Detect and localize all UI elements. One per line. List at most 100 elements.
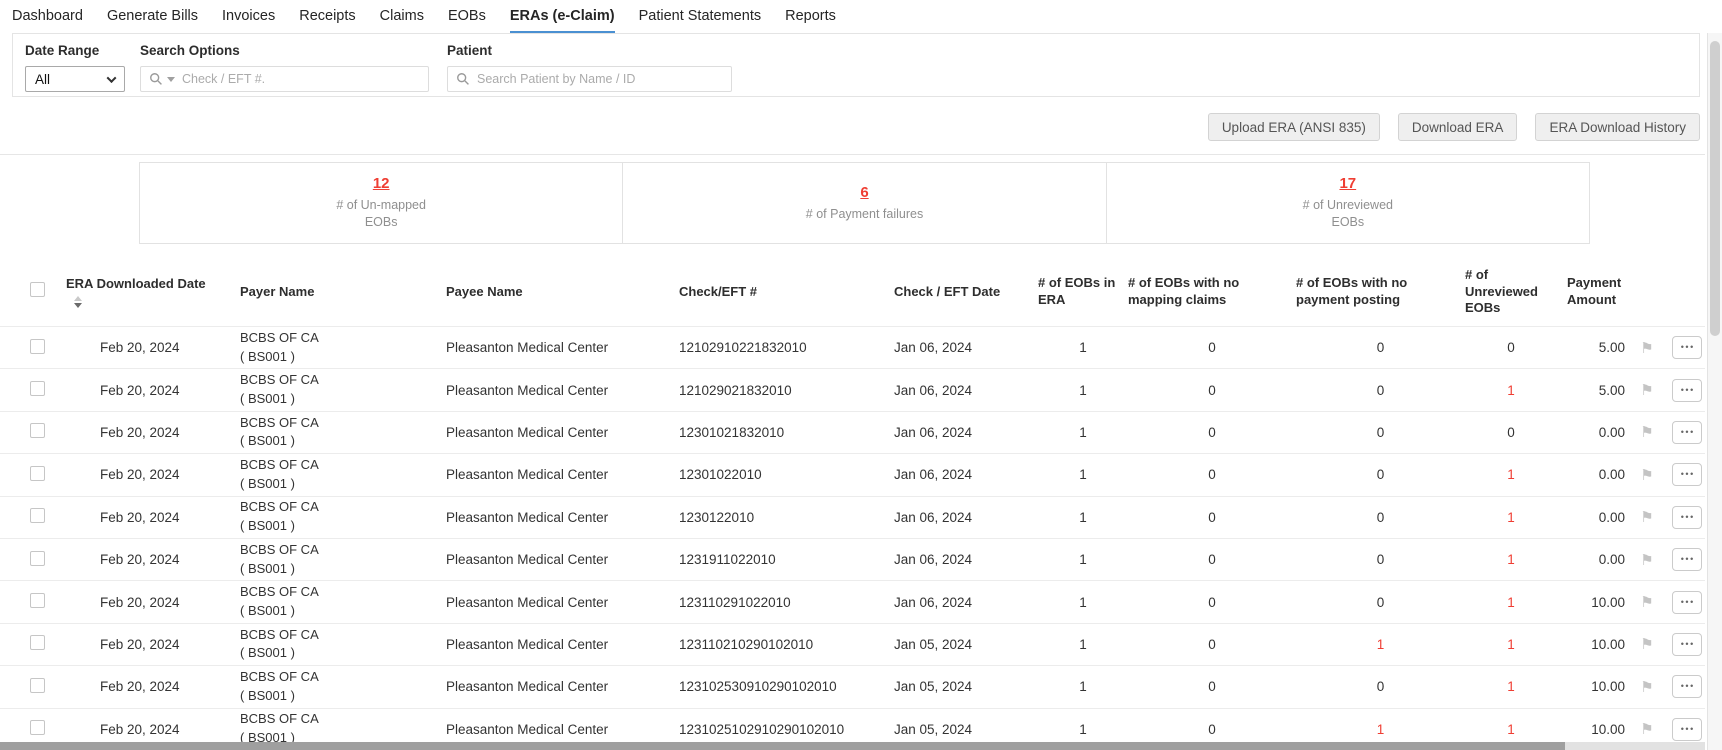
flag-icon[interactable]: ⚑ bbox=[1640, 382, 1653, 399]
vertical-scrollbar[interactable] bbox=[1707, 33, 1722, 750]
vertical-scrollbar-thumb[interactable] bbox=[1710, 41, 1720, 336]
col-payment-amount[interactable]: Payment Amount bbox=[1557, 275, 1625, 309]
cell-check-eft-number: 121029021832010 bbox=[679, 383, 894, 398]
tab-reports[interactable]: Reports bbox=[785, 8, 836, 33]
stat-value[interactable]: 6 bbox=[860, 184, 868, 201]
tab-dashboard[interactable]: Dashboard bbox=[12, 8, 83, 33]
download-era-button[interactable]: Download ERA bbox=[1398, 113, 1518, 141]
search-icon bbox=[456, 72, 470, 86]
col-eobs-in-era[interactable]: # of EOBs in ERA bbox=[1038, 275, 1128, 309]
col-era-downloaded-date[interactable]: ERA Downloaded Date bbox=[66, 276, 240, 309]
tab-claims[interactable]: Claims bbox=[380, 8, 424, 33]
row-menu-button[interactable]: ••• bbox=[1672, 633, 1702, 656]
patient-search-input[interactable] bbox=[477, 72, 723, 86]
row-menu-button[interactable]: ••• bbox=[1672, 718, 1702, 741]
row-checkbox[interactable] bbox=[30, 466, 45, 481]
table-row: Feb 20, 2024 BCBS OF CA ( BS001 ) Pleasa… bbox=[0, 411, 1705, 453]
tab-generate-bills[interactable]: Generate Bills bbox=[107, 8, 198, 33]
sort-indicator[interactable] bbox=[74, 296, 84, 308]
cell-check-eft-date: Jan 06, 2024 bbox=[894, 510, 1038, 525]
row-menu-button[interactable]: ••• bbox=[1672, 591, 1702, 614]
cell-check-eft-number: 123102530910290102010 bbox=[679, 679, 894, 694]
row-checkbox[interactable] bbox=[30, 720, 45, 735]
filter-panel: Date Range All Search Options Patient bbox=[12, 33, 1700, 97]
flag-icon[interactable]: ⚑ bbox=[1640, 509, 1653, 526]
ellipsis-icon: ••• bbox=[1679, 428, 1694, 437]
cell-check-eft-number: 12102910221832010 bbox=[679, 340, 894, 355]
row-checkbox[interactable] bbox=[30, 635, 45, 650]
row-checkbox[interactable] bbox=[30, 339, 45, 354]
ellipsis-icon: ••• bbox=[1679, 682, 1694, 691]
row-checkbox[interactable] bbox=[30, 593, 45, 608]
cell-unreviewed-eobs: 1 bbox=[1465, 595, 1557, 610]
flag-icon[interactable]: ⚑ bbox=[1640, 679, 1653, 696]
row-menu-button[interactable]: ••• bbox=[1672, 336, 1702, 359]
row-menu-button[interactable]: ••• bbox=[1672, 548, 1702, 571]
cell-payment-amount: 10.00 bbox=[1557, 637, 1625, 652]
table-row: Feb 20, 2024 BCBS OF CA ( BS001 ) Pleasa… bbox=[0, 368, 1705, 410]
cell-payment-amount: 10.00 bbox=[1557, 595, 1625, 610]
check-eft-search-input[interactable] bbox=[182, 72, 420, 86]
stat-value[interactable]: 12 bbox=[373, 175, 390, 192]
row-menu-button[interactable]: ••• bbox=[1672, 463, 1702, 486]
era-stats: 12 # of Un-mapped EOBs 6 # of Payment fa… bbox=[139, 162, 1590, 244]
search-caret-icon[interactable] bbox=[167, 77, 175, 82]
col-no-mapping-claims[interactable]: # of EOBs with no mapping claims bbox=[1128, 275, 1296, 309]
cell-no-mapping-claims: 0 bbox=[1128, 595, 1296, 610]
cell-check-eft-date: Jan 05, 2024 bbox=[894, 722, 1038, 737]
tab-eras-e-claim[interactable]: ERAs (e-Claim) bbox=[510, 8, 615, 33]
cell-check-eft-number: 12301021832010 bbox=[679, 425, 894, 440]
cell-payment-amount: 0.00 bbox=[1557, 552, 1625, 567]
stat-value[interactable]: 17 bbox=[1339, 175, 1356, 192]
tab-patient-statements[interactable]: Patient Statements bbox=[639, 8, 762, 33]
cell-payee-name: Pleasanton Medical Center bbox=[446, 425, 679, 440]
horizontal-scrollbar[interactable] bbox=[0, 742, 1705, 750]
cell-no-payment-posting: 0 bbox=[1296, 383, 1465, 398]
row-menu-button[interactable]: ••• bbox=[1672, 379, 1702, 402]
flag-icon[interactable]: ⚑ bbox=[1640, 340, 1653, 357]
cell-unreviewed-eobs: 1 bbox=[1465, 510, 1557, 525]
row-menu-button[interactable]: ••• bbox=[1672, 675, 1702, 698]
flag-icon[interactable]: ⚑ bbox=[1640, 721, 1653, 738]
upload-era-button[interactable]: Upload ERA (ANSI 835) bbox=[1208, 113, 1380, 141]
row-checkbox[interactable] bbox=[30, 678, 45, 693]
flag-icon[interactable]: ⚑ bbox=[1640, 467, 1653, 484]
cell-payment-amount: 10.00 bbox=[1557, 722, 1625, 737]
row-checkbox[interactable] bbox=[30, 381, 45, 396]
flag-icon[interactable]: ⚑ bbox=[1640, 636, 1653, 653]
cell-eobs-in-era: 1 bbox=[1038, 383, 1128, 398]
flag-icon[interactable]: ⚑ bbox=[1640, 594, 1653, 611]
check-eft-search-box[interactable] bbox=[140, 66, 429, 92]
stat-label: # of Un-mapped EOBs bbox=[320, 197, 442, 231]
date-range-select[interactable]: All bbox=[25, 66, 125, 92]
cell-payment-amount: 5.00 bbox=[1557, 340, 1625, 355]
tab-eobs[interactable]: EOBs bbox=[448, 8, 486, 33]
col-no-payment-posting[interactable]: # of EOBs with no payment posting bbox=[1296, 275, 1465, 309]
chevron-down-icon bbox=[107, 73, 117, 83]
col-payer-name[interactable]: Payer Name bbox=[240, 284, 446, 301]
era-actions: Upload ERA (ANSI 835) Download ERA ERA D… bbox=[0, 113, 1705, 141]
horizontal-scrollbar-thumb[interactable] bbox=[0, 742, 1565, 750]
patient-search-box[interactable] bbox=[447, 66, 732, 92]
cell-check-eft-date: Jan 06, 2024 bbox=[894, 467, 1038, 482]
row-checkbox[interactable] bbox=[30, 423, 45, 438]
era-download-history-button[interactable]: ERA Download History bbox=[1535, 113, 1700, 141]
flag-icon[interactable]: ⚑ bbox=[1640, 552, 1653, 569]
row-menu-button[interactable]: ••• bbox=[1672, 506, 1702, 529]
flag-icon[interactable]: ⚑ bbox=[1640, 424, 1653, 441]
stat-of-payment-failures: 6 # of Payment failures bbox=[622, 163, 1105, 243]
row-menu-button[interactable]: ••• bbox=[1672, 421, 1702, 444]
row-checkbox[interactable] bbox=[30, 551, 45, 566]
tab-invoices[interactable]: Invoices bbox=[222, 8, 275, 33]
col-check-eft-date[interactable]: Check / EFT Date bbox=[894, 284, 1038, 301]
cell-payee-name: Pleasanton Medical Center bbox=[446, 552, 679, 567]
table-header: ERA Downloaded Date Payer Name Payee Nam… bbox=[0, 258, 1705, 326]
col-unreviewed-eobs[interactable]: # of Unreviewed EOBs bbox=[1465, 267, 1557, 318]
cell-no-payment-posting: 0 bbox=[1296, 467, 1465, 482]
col-check-eft-number[interactable]: Check/EFT # bbox=[679, 284, 894, 301]
col-payee-name[interactable]: Payee Name bbox=[446, 284, 679, 301]
cell-payer-name: BCBS OF CA ( BS001 ) bbox=[240, 498, 446, 536]
row-checkbox[interactable] bbox=[30, 508, 45, 523]
tab-receipts[interactable]: Receipts bbox=[299, 8, 355, 33]
select-all-checkbox[interactable] bbox=[30, 282, 45, 297]
